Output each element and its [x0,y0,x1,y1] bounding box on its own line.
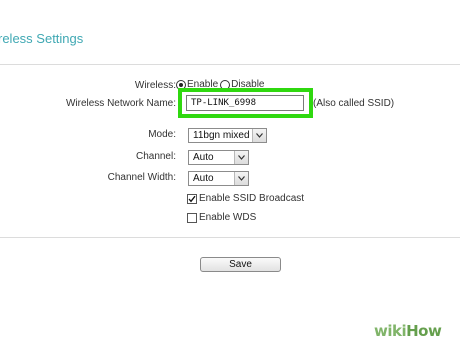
wds-checkbox[interactable] [187,212,197,223]
ssid-broadcast-row: Enable SSID Broadcast [187,193,304,204]
channel-width-label: Channel Width: [107,172,176,183]
watermark-how: How [406,322,442,340]
mode-select[interactable]: 11bgn mixed [188,128,267,143]
ssid-highlight-box [178,88,313,118]
chevron-down-icon[interactable] [234,172,248,185]
wireless-settings-page: reless Settings Wireless: Enable Disable… [0,0,460,345]
wikihow-watermark: wikiHow [374,322,442,340]
page-title: reless Settings [0,31,84,46]
channel-select[interactable]: Auto [188,150,249,165]
mode-label: Mode: [148,129,176,140]
ssid-label: Wireless Network Name: [65,98,176,109]
wds-label: Enable WDS [199,212,257,223]
chevron-down-icon[interactable] [252,129,266,142]
save-button[interactable]: Save [200,257,281,272]
channel-label: Channel: [135,151,176,162]
ssid-broadcast-label: Enable SSID Broadcast [199,193,305,204]
channel-select-value: Auto [193,152,214,163]
ssid-note: (Also called SSID) [313,98,395,109]
wireless-label: Wireless: [134,80,176,91]
ssid-broadcast-checkbox[interactable] [187,193,197,204]
watermark-wiki: wiki [374,322,407,340]
wds-row: Enable WDS [187,212,256,223]
divider-top [0,64,460,65]
chevron-down-icon[interactable] [234,151,248,164]
mode-select-value: 11bgn mixed [193,130,250,141]
channel-width-select[interactable]: Auto [188,171,249,186]
channel-width-select-value: Auto [193,173,214,184]
checkmark-icon [188,195,196,202]
divider-bottom [0,237,460,238]
